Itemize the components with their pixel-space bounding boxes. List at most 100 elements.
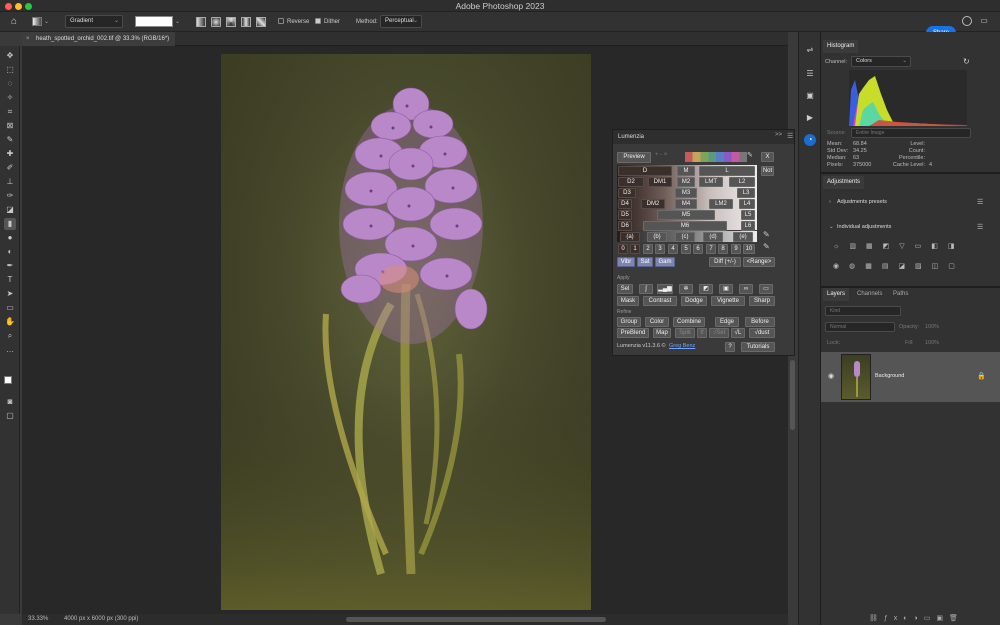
method-select[interactable]: Perceptual ⌄ xyxy=(380,15,422,28)
zone-number-6[interactable]: 6 xyxy=(693,244,703,254)
search-icon[interactable] xyxy=(962,16,972,26)
layer-button[interactable]: ▭ xyxy=(759,284,773,294)
zone-m2-button[interactable]: M2 xyxy=(677,177,695,187)
panel-menu-icon[interactable]: ☰ xyxy=(787,132,793,140)
close-preview-button[interactable]: X xyxy=(761,152,774,162)
chevron-right-icon[interactable]: › xyxy=(829,199,831,205)
layer-filter-select[interactable]: Kind xyxy=(825,306,901,316)
reflected-gradient-icon[interactable] xyxy=(241,17,251,27)
gradient-tool-icon[interactable] xyxy=(32,17,42,26)
document-tab[interactable]: × heath_spotted_orchid_002.tif @ 33.3% (… xyxy=(22,32,176,46)
eyedropper-icon[interactable]: ✎ xyxy=(763,230,770,239)
type-tool-icon[interactable]: T xyxy=(4,274,16,286)
author-link[interactable]: Greg Benz xyxy=(669,343,695,349)
color-button[interactable]: Color xyxy=(645,317,669,327)
chevron-down-icon[interactable]: ⌄ xyxy=(829,224,834,230)
zone-c-button[interactable]: (c) xyxy=(675,232,695,242)
zone-m-button[interactable]: M xyxy=(677,166,695,176)
document-size-info[interactable]: 4000 px x 6000 px (300 ppi) xyxy=(64,614,138,625)
dither-checkbox[interactable]: Dither xyxy=(315,12,340,32)
zone-b-button[interactable]: (b) xyxy=(647,232,667,242)
zone-m5-button[interactable]: M5 xyxy=(657,210,715,220)
zone-number-0[interactable]: 0 xyxy=(618,244,628,254)
radial-gradient-icon[interactable] xyxy=(211,17,221,27)
foreground-color-swatch[interactable] xyxy=(4,376,12,384)
crop-tool-icon[interactable]: ⌗ xyxy=(4,106,16,118)
layer-row-background[interactable]: ◉ Background 🔒 xyxy=(821,352,1000,402)
zone-m6-button[interactable]: M6 xyxy=(643,221,727,231)
adjustment-icons-row1[interactable]: ☼▥▦◩▽▭◧◨ xyxy=(833,242,964,250)
if-button[interactable]: If xyxy=(697,328,707,338)
tab-histogram[interactable]: Histogram xyxy=(823,40,859,53)
orchid-photo[interactable] xyxy=(221,54,591,610)
tab-layers[interactable]: Layers xyxy=(823,288,850,301)
sharp-button[interactable]: Sharp xyxy=(749,296,775,306)
zone-l5-button[interactable]: L5 xyxy=(741,210,755,220)
levels-button[interactable]: ▂▄▆ xyxy=(657,284,673,294)
preblend-button[interactable]: PreBlend xyxy=(617,328,649,338)
zone-number-2[interactable]: 2 xyxy=(643,244,653,254)
zone-m3-button[interactable]: M3 xyxy=(675,188,697,198)
zone-dm2-button[interactable]: DM2 xyxy=(641,199,665,209)
stamp-tool-icon[interactable]: ⊥ xyxy=(4,176,16,188)
horizontal-scrollbar[interactable] xyxy=(346,617,606,622)
diff-button[interactable]: Diff (+/-) xyxy=(709,257,741,267)
zone-number-1[interactable]: 1 xyxy=(630,244,640,254)
preview-button[interactable]: Preview xyxy=(617,152,651,163)
zone-m4-button[interactable]: M4 xyxy=(675,199,697,209)
combine-button[interactable]: Combine xyxy=(673,317,705,327)
eyedropper-icon[interactable]: ✎ xyxy=(763,242,770,251)
channel-select[interactable]: Colors ⌄ xyxy=(851,56,911,67)
zone-d-button[interactable]: D xyxy=(618,166,672,176)
zone-lmt-button[interactable]: LMT xyxy=(699,177,723,187)
zone-d4-button[interactable]: D4 xyxy=(618,199,632,209)
zone-d3-button[interactable]: D3 xyxy=(618,188,636,198)
zone-number-9[interactable]: 9 xyxy=(731,244,741,254)
zone-number-4[interactable]: 4 xyxy=(668,244,678,254)
angle-gradient-icon[interactable] xyxy=(226,17,236,27)
zone-number-5[interactable]: 5 xyxy=(681,244,691,254)
adjustments-presets-label[interactable]: Adjustments presets xyxy=(837,199,887,205)
sel-button[interactable]: Sel xyxy=(617,284,633,294)
zone-lm2-button[interactable]: LM2 xyxy=(709,199,733,209)
eyedropper-icon[interactable]: ✎ xyxy=(747,151,753,159)
zone-dm1-button[interactable]: DM1 xyxy=(648,177,672,187)
tab-adjustments[interactable]: Adjustments xyxy=(823,176,865,189)
help-button[interactable]: ? xyxy=(725,342,735,352)
vignette-button[interactable]: Vignette xyxy=(711,296,745,306)
home-icon[interactable]: ⌂ xyxy=(8,16,20,28)
brightness-button[interactable]: ✲ xyxy=(679,284,693,294)
blend-mode-select[interactable]: Normal xyxy=(825,322,895,332)
gradient-preset-select[interactable]: Gradient ⌄ xyxy=(65,15,123,28)
check-dust-button[interactable]: √dust xyxy=(749,328,775,338)
diamond-gradient-icon[interactable] xyxy=(256,17,266,27)
image-button[interactable]: ▣ xyxy=(719,284,733,294)
check-sel-button[interactable]: √Sel xyxy=(709,328,729,338)
marquee-tool-icon[interactable]: ⬚ xyxy=(4,64,16,76)
zone-d6-button[interactable]: D6 xyxy=(618,221,632,231)
zoom-level[interactable]: 33.33% xyxy=(28,614,48,625)
zoom-tool-icon[interactable]: ⌕ xyxy=(4,330,16,342)
gradient-tool-icon[interactable]: ▮ xyxy=(4,218,16,230)
zone-l4-button[interactable]: L4 xyxy=(739,199,755,209)
quick-mask-icon[interactable]: ◙ xyxy=(4,396,16,408)
collapse-panel-icon[interactable]: >> xyxy=(775,132,782,138)
dodge-tool-icon[interactable]: ◐ xyxy=(4,246,16,258)
tutorials-button[interactable]: Tutorials xyxy=(741,342,775,352)
zone-e-button[interactable]: (e) xyxy=(733,232,753,242)
move-tool-icon[interactable]: ✥ xyxy=(4,50,16,62)
color-swatch-row[interactable] xyxy=(685,152,747,162)
more-tools-icon[interactable]: … xyxy=(4,344,16,356)
zone-l6-button[interactable]: L6 xyxy=(741,221,755,231)
reverse-checkbox[interactable]: Reverse xyxy=(278,12,309,32)
adjustments-panel-icon[interactable]: ☰ xyxy=(804,68,816,80)
zone-d2-button[interactable]: D2 xyxy=(618,177,644,187)
brush-tool-icon[interactable]: ✐ xyxy=(4,162,16,174)
group-button[interactable]: Group xyxy=(617,317,641,327)
properties-icon[interactable]: ⇌ xyxy=(804,44,816,56)
zone-l2-button[interactable]: L2 xyxy=(729,177,755,187)
pen-tool-icon[interactable]: ✒ xyxy=(4,260,16,272)
zone-number-7[interactable]: 7 xyxy=(706,244,716,254)
linear-gradient-icon[interactable] xyxy=(196,17,206,27)
dodge-button[interactable]: Dodge xyxy=(681,296,707,306)
